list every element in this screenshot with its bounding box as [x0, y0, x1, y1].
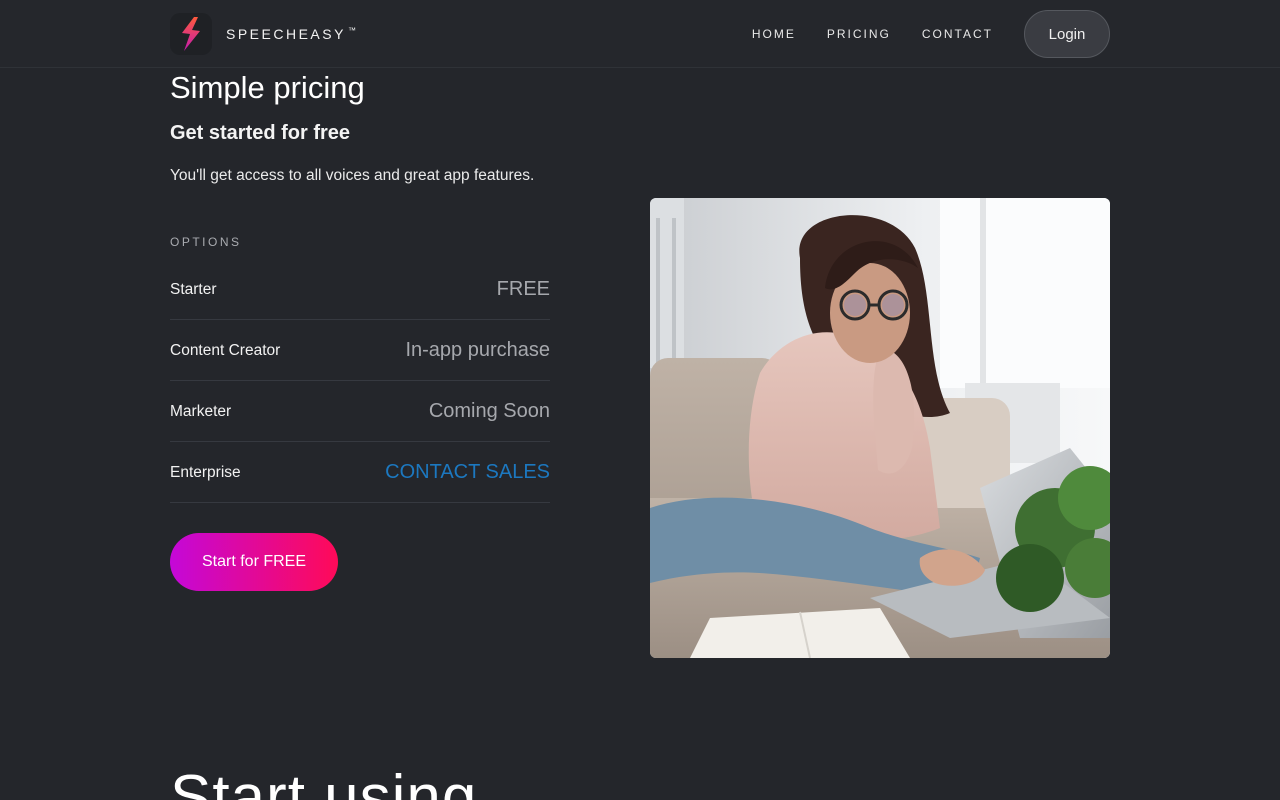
site-header: SPEECHEASY ™ HOME PRICING CONTACT Login	[0, 0, 1280, 68]
option-name: Content Creator	[170, 342, 281, 359]
section-heading: Start using	[170, 763, 478, 800]
contact-sales-link[interactable]: CONTACT SALES	[385, 461, 550, 484]
option-name: Starter	[170, 281, 217, 298]
nav-contact-link[interactable]: CONTACT	[922, 27, 993, 41]
pricing-subtitle: Get started for free	[170, 122, 351, 144]
option-price: In-app purchase	[405, 338, 550, 361]
nav-pricing-link[interactable]: PRICING	[827, 27, 891, 41]
brand-logo[interactable]: SPEECHEASY ™	[170, 12, 356, 56]
lightning-bolt-icon	[170, 13, 212, 55]
main-nav: HOME PRICING CONTACT Login	[752, 10, 1110, 58]
option-name: Marketer	[170, 403, 232, 420]
option-row-enterprise: Enterprise CONTACT SALES	[170, 442, 550, 503]
option-price: Coming Soon	[428, 399, 550, 422]
page-title: Simple pricing	[170, 70, 365, 105]
hero-photo	[650, 198, 1110, 658]
pricing-description: You'll get access to all voices and grea…	[170, 167, 535, 184]
start-free-button[interactable]: Start for FREE	[170, 533, 338, 591]
pricing-options-list: Starter FREE Content Creator In-app purc…	[170, 259, 550, 503]
option-row-starter: Starter FREE	[170, 259, 550, 320]
options-heading: OPTIONS	[170, 235, 242, 249]
brand-name: SPEECHEASY ™	[226, 26, 356, 42]
option-name: Enterprise	[170, 464, 241, 481]
option-row-content-creator: Content Creator In-app purchase	[170, 320, 550, 381]
login-button[interactable]: Login	[1024, 10, 1110, 58]
option-row-marketer: Marketer Coming Soon	[170, 381, 550, 442]
nav-home-link[interactable]: HOME	[752, 27, 796, 41]
option-price: FREE	[496, 277, 550, 300]
